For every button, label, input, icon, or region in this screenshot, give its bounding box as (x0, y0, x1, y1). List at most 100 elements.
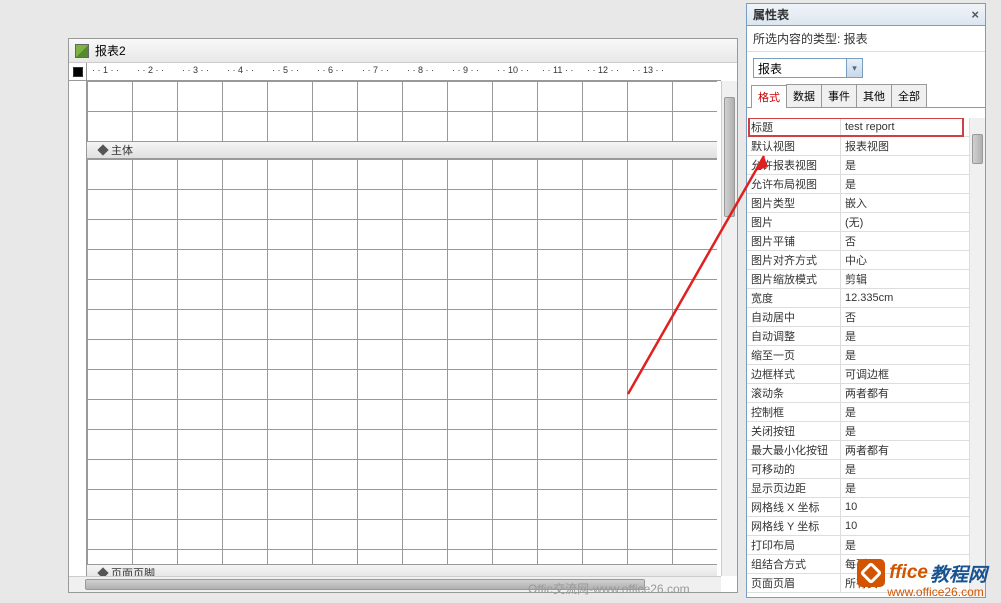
property-row[interactable]: 图片对齐方式中心 (747, 251, 985, 270)
property-label: 默认视图 (747, 137, 841, 155)
design-canvas[interactable]: 主体 页面页脚 (87, 81, 721, 576)
site-logo: ffice 教程网 www.office26.com (857, 559, 987, 599)
design-titlebar[interactable]: 报表2 (69, 39, 737, 63)
section-body-label: 主体 (111, 142, 133, 158)
property-value[interactable]: 10 (841, 498, 985, 516)
report-header-area[interactable] (87, 81, 717, 141)
property-value[interactable]: test report (841, 118, 985, 136)
property-row[interactable]: 图片缩放模式剪辑 (747, 270, 985, 289)
property-value[interactable]: 是 (841, 346, 985, 364)
property-row[interactable]: 自动调整是 (747, 327, 985, 346)
section-marker-icon (97, 144, 108, 155)
property-label: 标题 (747, 118, 841, 136)
property-value[interactable]: 嵌入 (841, 194, 985, 212)
property-row[interactable]: 默认视图报表视图 (747, 137, 985, 156)
property-label: 网格线 Y 坐标 (747, 517, 841, 535)
property-row[interactable]: 图片类型嵌入 (747, 194, 985, 213)
property-row[interactable]: 自动居中否 (747, 308, 985, 327)
property-row[interactable]: 图片平铺否 (747, 232, 985, 251)
property-value[interactable]: 两者都有 (841, 441, 985, 459)
property-row[interactable]: 缩至一页是 (747, 346, 985, 365)
object-selector-dropdown[interactable]: 报表 ▾ (753, 58, 863, 78)
property-row[interactable]: 关闭按钮是 (747, 422, 985, 441)
property-label: 关闭按钮 (747, 422, 841, 440)
property-value[interactable]: 是 (841, 156, 985, 174)
property-label: 打印布局 (747, 536, 841, 554)
property-row[interactable]: 允许报表视图是 (747, 156, 985, 175)
property-value[interactable]: 两者都有 (841, 384, 985, 402)
property-grid: 标题test report默认视图报表视图允许报表视图是允许布局视图是图片类型嵌… (747, 118, 985, 597)
report-body-area[interactable] (87, 159, 717, 564)
property-value[interactable]: 10 (841, 517, 985, 535)
tab-事件[interactable]: 事件 (821, 84, 857, 107)
tab-数据[interactable]: 数据 (786, 84, 822, 107)
property-value[interactable]: (无) (841, 213, 985, 231)
logo-text-1: ffice (889, 562, 928, 584)
property-sheet-title: 属性表 (753, 6, 789, 23)
property-label: 显示页边距 (747, 479, 841, 497)
property-row[interactable]: 边框样式可调边框 (747, 365, 985, 384)
property-value[interactable]: 是 (841, 536, 985, 554)
property-row[interactable]: 最大最小化按钮两者都有 (747, 441, 985, 460)
tab-格式[interactable]: 格式 (751, 85, 787, 108)
ruler-tick: · · 9 · · (452, 65, 479, 75)
property-row[interactable]: 图片(无) (747, 213, 985, 232)
property-row[interactable]: 显示页边距是 (747, 479, 985, 498)
property-row[interactable]: 网格线 X 坐标10 (747, 498, 985, 517)
property-value[interactable]: 中心 (841, 251, 985, 269)
ruler-tick: · · 11 · · (542, 65, 573, 75)
property-row[interactable]: 宽度12.335cm (747, 289, 985, 308)
property-label: 图片缩放模式 (747, 270, 841, 288)
property-scrollbar[interactable] (969, 118, 985, 597)
property-label: 允许报表视图 (747, 156, 841, 174)
property-row[interactable]: 打印布局是 (747, 536, 985, 555)
property-label: 图片平铺 (747, 232, 841, 250)
design-scrollbar-vertical[interactable] (721, 81, 737, 576)
property-row[interactable]: 允许布局视图是 (747, 175, 985, 194)
property-row[interactable]: 标题test report (747, 118, 985, 137)
ruler-tick: · · 3 · · (182, 65, 209, 75)
property-value[interactable]: 12.335cm (841, 289, 985, 307)
property-value[interactable]: 可调边框 (841, 365, 985, 383)
property-value[interactable]: 剪辑 (841, 270, 985, 288)
property-value[interactable]: 是 (841, 460, 985, 478)
property-label: 自动调整 (747, 327, 841, 345)
property-value[interactable]: 是 (841, 327, 985, 345)
logo-url: www.office26.com (887, 585, 984, 599)
watermark-text: Offie交流网-www.office26.com (528, 580, 690, 597)
ruler-selector[interactable] (69, 63, 87, 81)
property-row[interactable]: 滚动条两者都有 (747, 384, 985, 403)
chevron-down-icon[interactable]: ▾ (846, 59, 862, 77)
ruler-tick: · · 7 · · (362, 65, 389, 75)
ruler-tick: · · 8 · · (407, 65, 434, 75)
property-row[interactable]: 可移动的是 (747, 460, 985, 479)
property-label: 网格线 X 坐标 (747, 498, 841, 516)
scrollbar-thumb[interactable] (972, 134, 983, 164)
close-icon[interactable]: × (971, 7, 979, 22)
property-label: 自动居中 (747, 308, 841, 326)
property-value[interactable]: 是 (841, 175, 985, 193)
section-bar-footer[interactable]: 页面页脚 (87, 564, 717, 576)
property-sheet-subtitle: 所选内容的类型: 报表 (747, 26, 985, 52)
property-value[interactable]: 是 (841, 403, 985, 421)
property-sheet-titlebar[interactable]: 属性表 × (747, 4, 985, 26)
property-value[interactable]: 是 (841, 479, 985, 497)
ruler-vertical[interactable] (69, 81, 87, 576)
logo-text-2: 教程网 (930, 560, 987, 587)
scrollbar-thumb[interactable] (724, 97, 735, 217)
property-label: 图片类型 (747, 194, 841, 212)
property-row[interactable]: 控制框是 (747, 403, 985, 422)
section-bar-body[interactable]: 主体 (87, 141, 717, 159)
design-title: 报表2 (95, 42, 126, 59)
ruler-tick: · · 12 · · (587, 65, 619, 75)
ruler-horizontal[interactable]: · · 1 · ·· · 2 · ·· · 3 · ·· · 4 · ·· · … (87, 63, 721, 81)
tab-其他[interactable]: 其他 (856, 84, 892, 107)
property-value[interactable]: 是 (841, 422, 985, 440)
property-value[interactable]: 报表视图 (841, 137, 985, 155)
ruler-tick: · · 2 · · (137, 65, 164, 75)
property-value[interactable]: 否 (841, 308, 985, 326)
property-label: 允许布局视图 (747, 175, 841, 193)
property-value[interactable]: 否 (841, 232, 985, 250)
property-row[interactable]: 网格线 Y 坐标10 (747, 517, 985, 536)
tab-全部[interactable]: 全部 (891, 84, 927, 107)
